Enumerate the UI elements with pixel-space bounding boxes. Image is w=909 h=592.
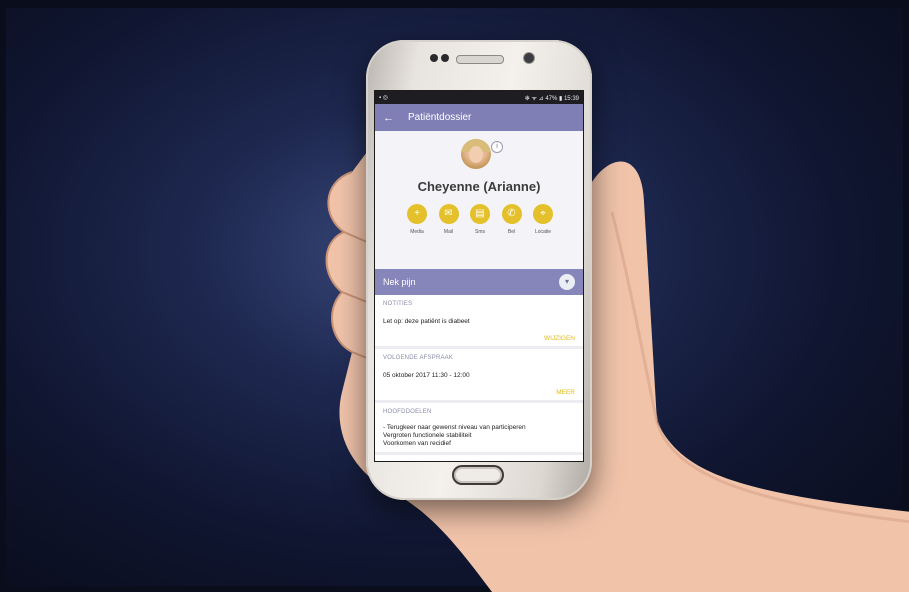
- goals-card: HOOFDDOELEN - Terugkeer naar gewenst niv…: [375, 403, 583, 455]
- notes-heading: NOTITIES: [383, 301, 413, 307]
- mail-label: Mail: [443, 229, 454, 235]
- earpiece-speaker: [456, 55, 504, 64]
- notes-card: NOTITIES Let op: deze patiënt is diabeet…: [375, 295, 583, 349]
- location-button[interactable]: ⌖ Locatie: [531, 204, 555, 235]
- goal-item: Vergroten functionele stabiliteit: [383, 432, 472, 439]
- info-icon[interactable]: i: [491, 141, 503, 153]
- notes-text: Let op: deze patiënt is diabeet: [383, 318, 470, 325]
- mail-button[interactable]: ✉ Mail: [437, 204, 461, 235]
- call-label: Bel: [507, 229, 516, 235]
- sms-label: Sms: [475, 229, 485, 235]
- appointment-heading: VOLGENDE AFSPRAAK: [383, 355, 454, 361]
- location-icon: ⌖: [533, 204, 553, 224]
- avatar[interactable]: [461, 139, 491, 169]
- goal-item: Voorkomen van recidief: [383, 440, 451, 447]
- goal-item: - Terugkeer naar gewenst niveau van part…: [383, 424, 526, 431]
- media-button[interactable]: + Media: [405, 204, 429, 235]
- goals-heading: HOOFDDOELEN: [383, 409, 432, 415]
- complaint-label: Nek pijn: [383, 277, 416, 287]
- call-button[interactable]: ✆ Bel: [500, 204, 524, 235]
- action-row: + Media ✉ Mail ▤ Sms ✆ Bel ⌖ Locatie: [405, 204, 555, 235]
- sms-button[interactable]: ▤ Sms: [468, 204, 492, 235]
- status-left-icons: ▪ ◎: [379, 95, 389, 101]
- complaint-selector[interactable]: Nek pijn ▾: [375, 269, 583, 295]
- plus-icon: +: [407, 204, 427, 224]
- edit-notes-button[interactable]: WIJZIGEN: [383, 335, 575, 342]
- back-arrow-icon[interactable]: ←: [383, 112, 394, 124]
- status-right: ✻ ᯤ ⊿ 47% ▮ 15:39: [524, 95, 579, 102]
- sensor-dot: [441, 54, 449, 62]
- more-appointments-button[interactable]: MEER: [383, 389, 575, 396]
- message-icon: ▤: [470, 204, 490, 224]
- page-title: Patiëntdossier: [408, 112, 472, 123]
- patient-name: Cheyenne (Arianne): [417, 179, 541, 194]
- mail-icon: ✉: [438, 204, 459, 224]
- goals-list: - Terugkeer naar gewenst niveau van part…: [383, 424, 575, 448]
- home-button[interactable]: [452, 465, 504, 485]
- media-label: Media: [410, 229, 424, 235]
- front-camera: [524, 53, 534, 63]
- phone-icon: ✆: [501, 204, 522, 224]
- appointment-card: VOLGENDE AFSPRAAK 05 oktober 2017 11:30 …: [375, 349, 583, 403]
- location-label: Locatie: [534, 229, 552, 235]
- sensor-dot: [430, 54, 438, 62]
- phone-screen: ▪ ◎ ✻ ᯤ ⊿ 47% ▮ 15:39 ← Patiëntdossier i…: [374, 90, 584, 462]
- appointment-text: 05 oktober 2017 11:30 - 12:00: [383, 372, 470, 379]
- app-bar: ← Patiëntdossier: [375, 104, 583, 131]
- status-bar: ▪ ◎ ✻ ᯤ ⊿ 47% ▮ 15:39: [375, 91, 583, 104]
- patient-profile: i Cheyenne (Arianne) + Media ✉ Mail ▤ Sm…: [375, 131, 583, 269]
- chevron-down-icon[interactable]: ▾: [559, 274, 575, 290]
